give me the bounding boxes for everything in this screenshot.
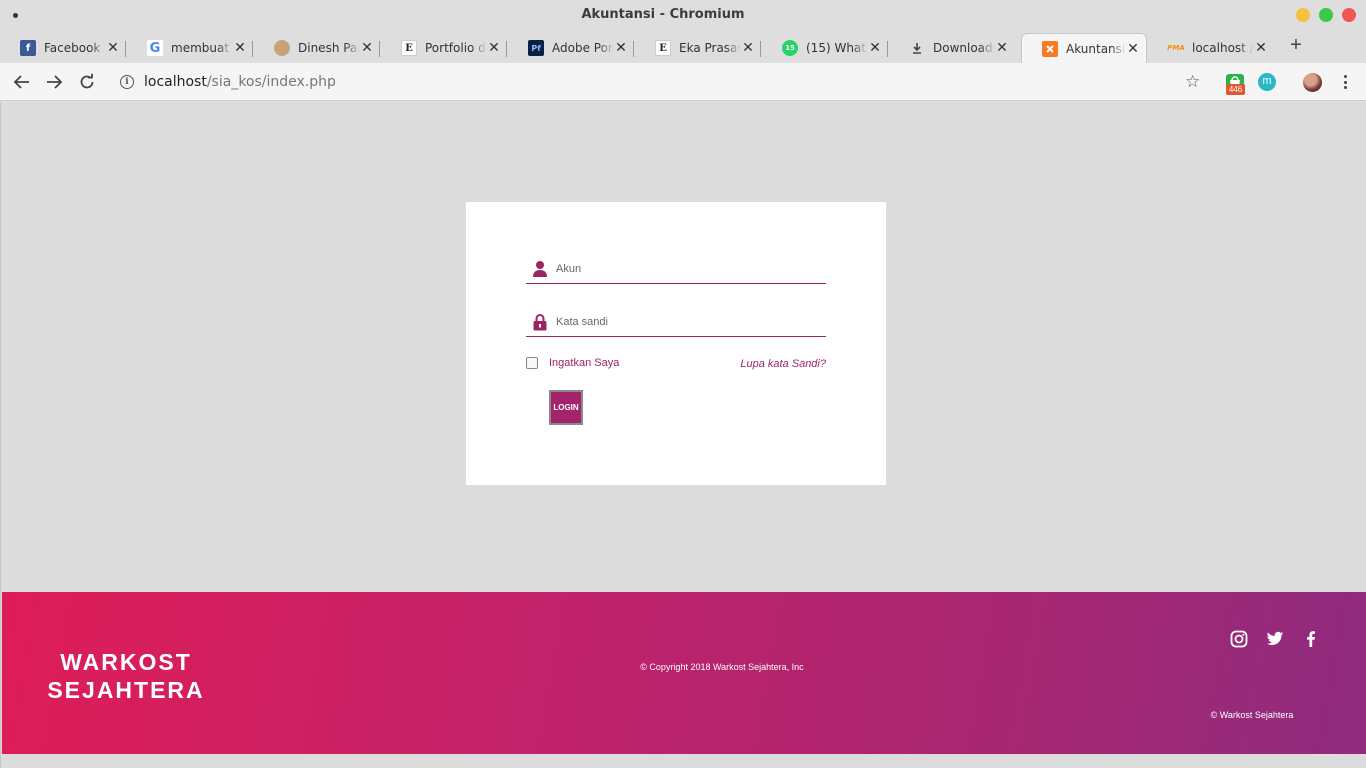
close-tab-icon[interactable]: ✕ [868,40,882,56]
tab-label: Akuntansi [1066,41,1126,56]
reload-button[interactable] [77,72,97,92]
envato-icon: E [401,40,417,56]
tab-whatsapp[interactable]: 15 (15) Whats ✕ [762,33,888,63]
tab-label: Adobe Port [552,41,614,55]
whatsapp-icon: 15 [782,40,798,56]
phpmyadmin-icon: PMA [1167,44,1185,52]
tab-adobe-portfolio[interactable]: Pf Adobe Port ✕ [508,33,634,63]
brand-line-1: WARKOST [60,649,192,675]
url-path: /sia_kos/index.php [206,74,336,90]
google-icon: G [147,40,163,56]
tab-separator [379,41,380,57]
login-card: Ingatkan Saya Lupa kata Sandi? LOGIN [466,202,886,485]
new-tab-button[interactable]: + [1285,35,1307,57]
facebook-icon[interactable] [1302,630,1320,648]
tab-label: Downloads [933,41,995,55]
browser-toolbar: i localhost/sia_kos/index.php ☆ m [0,63,1366,101]
close-tab-icon[interactable]: ✕ [233,40,247,56]
page-viewport: Ingatkan Saya Lupa kata Sandi? LOGIN WAR… [0,102,1366,768]
tab-label: Dinesh Par [298,41,360,55]
tab-separator [760,41,761,57]
username-input[interactable] [556,262,816,275]
tab-label: Facebook [44,41,101,55]
close-window-button[interactable] [1342,8,1356,22]
xampp-icon [1042,40,1058,57]
menu-kebab-icon[interactable] [1337,74,1353,90]
close-tab-icon[interactable]: ✕ [1254,40,1268,56]
tab-akuntansi[interactable]: Akuntansi ✕ [1021,33,1147,63]
brand-line-2: SEJAHTERA [47,677,205,703]
tab-portfolio[interactable]: E Portfolio di ✕ [381,33,507,63]
username-field [526,254,826,284]
forward-button[interactable] [44,72,64,92]
reload-icon [80,73,94,89]
download-icon [909,40,925,56]
tab-eka[interactable]: E Eka Prasas ✕ [635,33,761,63]
close-tab-icon[interactable]: ✕ [741,40,755,56]
back-arrow-icon [13,75,29,89]
forward-arrow-icon [47,75,63,89]
tab-separator [125,41,126,57]
minimize-button[interactable] [1296,8,1310,22]
user-icon [528,259,552,279]
twitter-icon[interactable] [1266,630,1284,648]
tab-dinesh[interactable]: Dinesh Par ✕ [254,33,380,63]
close-tab-icon[interactable]: ✕ [487,40,501,56]
close-tab-icon[interactable]: ✕ [106,40,120,56]
tab-downloads[interactable]: Downloads ✕ [889,33,1015,63]
title-bar: Akuntansi - Chromium [0,0,1366,30]
close-tab-icon[interactable]: ✕ [995,40,1009,56]
tab-label: Eka Prasas [679,41,741,55]
lock-icon [528,312,552,332]
close-tab-icon[interactable]: ✕ [360,40,374,56]
tab-separator [633,41,634,57]
login-button[interactable]: LOGIN [549,390,583,425]
back-button[interactable] [12,72,32,92]
envato-icon: E [655,40,671,56]
tab-label: Portfolio di [425,41,487,55]
password-field [526,307,826,337]
close-tab-icon[interactable]: ✕ [614,40,628,56]
forgot-password-link[interactable]: Lupa kata Sandi? [740,358,826,370]
instagram-icon[interactable] [1230,630,1248,648]
tab-label: (15) Whats [806,41,868,55]
tab-separator [887,41,888,57]
remember-checkbox[interactable] [526,357,538,369]
tab-google[interactable]: G membuat p ✕ [127,33,253,63]
tab-label: localhost / [1192,41,1254,55]
profile-avatar[interactable] [1303,73,1322,92]
site-info-icon[interactable]: i [120,75,134,89]
tab-strip: f Facebook ✕ G membuat p ✕ Dinesh Par ✕ … [0,30,1366,63]
close-tab-icon[interactable]: ✕ [1126,41,1140,57]
maximize-button[interactable] [1319,8,1333,22]
address-bar[interactable]: i localhost/sia_kos/index.php [110,68,1215,96]
m-extension-icon[interactable]: m [1258,73,1276,91]
password-input[interactable] [556,315,816,328]
remember-me: Ingatkan Saya [526,357,619,369]
tab-phpmyadmin[interactable]: PMA localhost / ✕ [1148,33,1274,63]
footer-copyright: © Copyright 2018 Warkost Sejahtera, Inc [640,662,804,672]
extension-badge: 446 [1226,84,1245,95]
person-icon [274,40,290,56]
footer: WARKOST SEJAHTERA © Copyright 2018 Warko… [2,592,1366,754]
tab-separator [506,41,507,57]
remember-label[interactable]: Ingatkan Saya [549,357,619,369]
url-host: localhost [144,74,207,90]
bookmark-star-icon[interactable]: ☆ [1185,73,1200,91]
adobe-portfolio-icon: Pf [528,40,544,56]
window-title: Akuntansi - Chromium [581,7,745,22]
footer-footnote: © Warkost Sejahtera [1210,710,1294,720]
tab-facebook[interactable]: f Facebook ✕ [0,33,126,63]
tab-label: membuat p [171,41,233,55]
facebook-icon: f [20,40,36,56]
tab-separator [252,41,253,57]
footer-brand: WARKOST SEJAHTERA [36,648,216,704]
